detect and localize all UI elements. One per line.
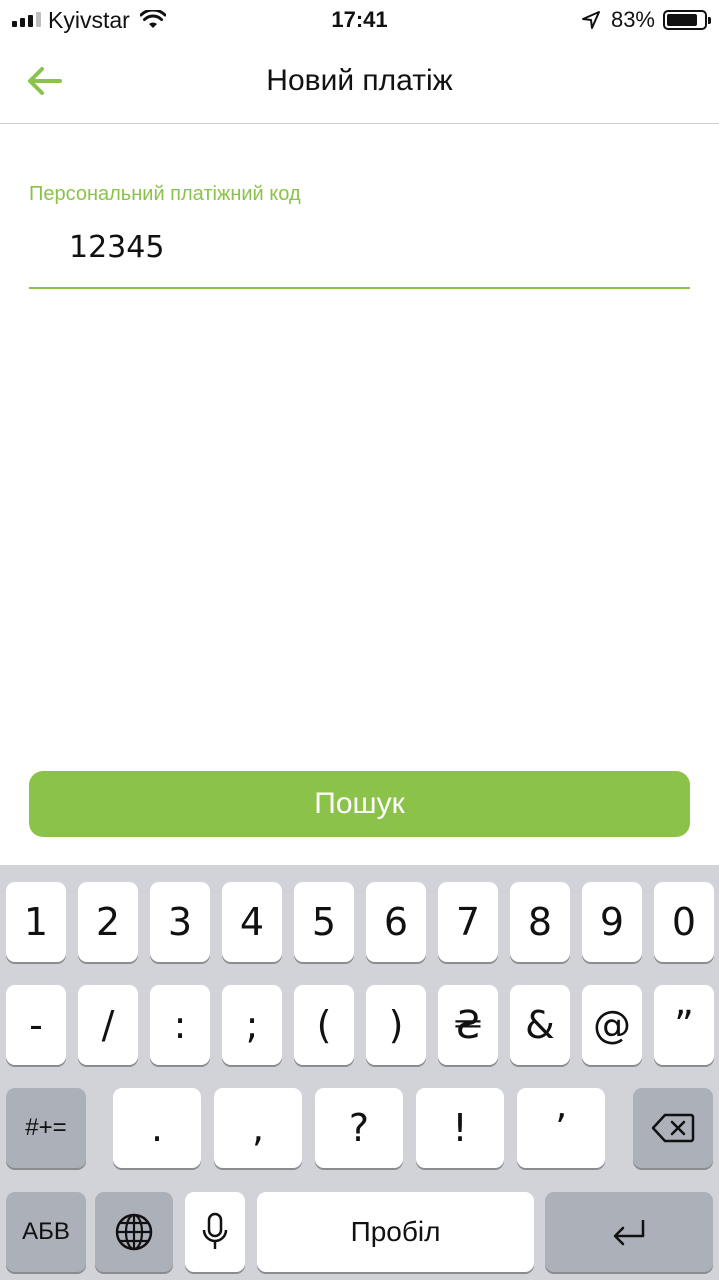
key-comma[interactable]: ,	[214, 1088, 302, 1168]
dictation-key[interactable]	[185, 1192, 245, 1272]
payment-code-label: Персональний платіжний код	[29, 183, 301, 205]
key-ampersand[interactable]: &	[510, 985, 570, 1065]
key-open-paren[interactable]: (	[294, 985, 354, 1065]
key-colon[interactable]: :	[150, 985, 210, 1065]
backspace-icon	[651, 1113, 695, 1143]
key-apostrophe[interactable]: ’	[517, 1088, 605, 1168]
page-title: Новий платіж	[266, 64, 453, 97]
microphone-icon	[202, 1212, 228, 1249]
key-hyphen[interactable]: -	[6, 985, 66, 1065]
battery-icon	[663, 10, 711, 30]
key-exclamation[interactable]: !	[416, 1088, 504, 1168]
key-5[interactable]: 5	[294, 882, 354, 962]
key-more-symbols[interactable]: #+=	[6, 1088, 86, 1168]
key-4[interactable]: 4	[222, 882, 282, 962]
key-quote[interactable]: ”	[654, 985, 714, 1065]
globe-icon	[115, 1213, 153, 1251]
key-hryvnia[interactable]: ₴	[438, 985, 498, 1065]
search-button[interactable]: Пошук	[29, 771, 690, 837]
key-language-abv[interactable]: АБВ	[6, 1192, 86, 1272]
key-8[interactable]: 8	[510, 882, 570, 962]
key-period[interactable]: .	[113, 1088, 201, 1168]
space-key[interactable]: Пробіл	[257, 1192, 534, 1272]
key-question[interactable]: ?	[315, 1088, 403, 1168]
return-key[interactable]	[545, 1192, 713, 1272]
key-at[interactable]: @	[582, 985, 642, 1065]
battery-percent: 83%	[610, 7, 655, 32]
key-semicolon[interactable]: ;	[222, 985, 282, 1065]
status-right: 83%	[581, 6, 711, 34]
return-icon	[613, 1220, 645, 1246]
key-0[interactable]: 0	[654, 882, 714, 962]
key-slash[interactable]: /	[78, 985, 138, 1065]
key-close-paren[interactable]: )	[366, 985, 426, 1065]
payment-code-input[interactable]	[29, 218, 690, 289]
globe-key[interactable]	[95, 1192, 173, 1272]
status-bar: Kyivstar 17:41 83%	[0, 0, 719, 40]
keyboard: 1 2 3 4 5 6 7 8 9 0 - / : ; ( ) ₴ & @ ” …	[0, 865, 719, 1280]
location-arrow-icon	[581, 11, 600, 29]
key-2[interactable]: 2	[78, 882, 138, 962]
key-7[interactable]: 7	[438, 882, 498, 962]
key-3[interactable]: 3	[150, 882, 210, 962]
nav-header: Новий платіж	[0, 40, 719, 124]
key-1[interactable]: 1	[6, 882, 66, 962]
key-6[interactable]: 6	[366, 882, 426, 962]
key-9[interactable]: 9	[582, 882, 642, 962]
backspace-key[interactable]	[633, 1088, 713, 1168]
